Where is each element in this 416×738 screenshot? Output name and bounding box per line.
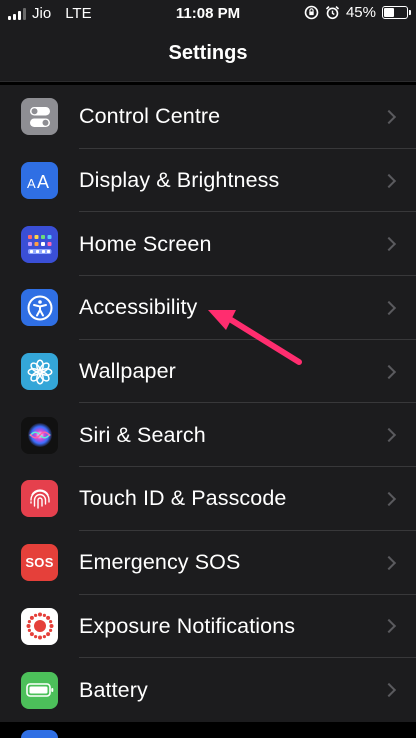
settings-row-siri-search[interactable]: Siri & Search <box>0 403 416 468</box>
siri-icon <box>21 416 58 454</box>
settings-row-home-screen[interactable]: Home Screen <box>0 212 416 277</box>
settings-row-emergency-sos[interactable]: SOS Emergency SOS <box>0 531 416 595</box>
next-row-icon-peek <box>21 730 58 738</box>
orientation-lock-icon <box>304 5 319 20</box>
chevron-right-icon <box>381 619 397 634</box>
row-label: Control Centre <box>79 104 221 129</box>
sos-icon-text: SOS <box>25 555 54 571</box>
battery-settings-icon <box>21 671 58 709</box>
settings-row-exposure-notifications[interactable]: Exposure Notifications <box>0 595 416 659</box>
chevron-right-icon <box>381 555 397 570</box>
row-label: Battery <box>79 677 148 702</box>
settings-row-touch-id[interactable]: Touch ID & Passcode <box>0 467 416 531</box>
wallpaper-icon <box>21 353 58 391</box>
status-bar: Jio LTE 11:08 PM 45% <box>0 0 416 28</box>
status-right: 45% <box>304 4 411 21</box>
settings-row-control-centre[interactable]: Control Centre <box>0 85 416 149</box>
settings-row-battery[interactable]: Battery <box>0 658 416 722</box>
row-label: Siri & Search <box>79 422 206 447</box>
row-label: Wallpaper <box>79 359 176 384</box>
chevron-right-icon <box>381 173 397 188</box>
settings-list: Control Centre A A Display & Brightness <box>0 85 416 722</box>
page-title: Settings <box>168 42 248 64</box>
alarm-icon <box>325 6 340 20</box>
chevron-right-icon <box>381 300 397 315</box>
svg-text:A: A <box>37 172 49 192</box>
row-label: Accessibility <box>79 295 198 320</box>
row-label: Exposure Notifications <box>79 613 296 638</box>
row-label: Home Screen <box>79 231 212 256</box>
settings-row-wallpaper[interactable]: Wallpaper <box>0 340 416 404</box>
accessibility-icon <box>21 289 58 327</box>
display-brightness-icon: A A <box>21 162 58 200</box>
touch-id-icon <box>21 480 58 518</box>
home-screen-icon <box>21 225 58 263</box>
chevron-right-icon <box>381 237 397 252</box>
svg-text:A: A <box>27 176 36 191</box>
settings-row-accessibility[interactable]: Accessibility <box>0 276 416 340</box>
control-centre-icon <box>21 98 58 136</box>
sos-icon: SOS <box>21 544 58 582</box>
row-label: Display & Brightness <box>79 168 280 193</box>
chevron-right-icon <box>381 428 397 443</box>
chevron-right-icon <box>381 491 397 507</box>
settings-row-display-brightness[interactable]: A A Display & Brightness <box>0 149 416 213</box>
chevron-right-icon <box>381 682 397 698</box>
exposure-notifications-icon <box>21 607 58 645</box>
battery-level-fill <box>384 8 394 17</box>
row-label: Touch ID & Passcode <box>79 486 287 511</box>
row-label: Emergency SOS <box>79 550 241 575</box>
navigation-bar: Settings <box>0 28 416 82</box>
chevron-right-icon <box>381 364 397 379</box>
battery-percent: 45% <box>345 4 376 21</box>
chevron-right-icon <box>381 109 397 124</box>
battery-icon <box>382 6 411 19</box>
